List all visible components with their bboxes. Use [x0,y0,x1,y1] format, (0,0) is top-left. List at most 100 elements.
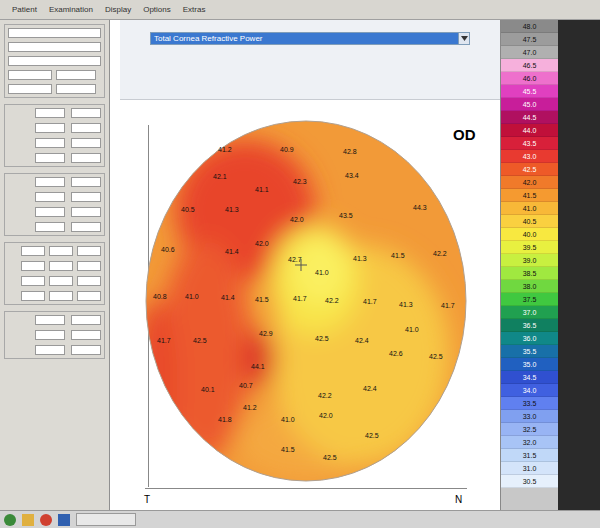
map-panel: Total Cornea Refractive Power [110,20,500,510]
scale-value: 45.5 [523,87,537,96]
input-field[interactable] [71,222,101,232]
input-field[interactable] [71,108,101,118]
map-value: 41.2 [218,146,232,154]
scale-value: 45.0 [523,100,537,109]
scale-value: 37.0 [523,308,537,317]
scale-value: 39.0 [523,256,537,265]
map-value: 42.2 [325,297,339,305]
input-field[interactable] [21,261,45,271]
input-field[interactable] [8,70,52,80]
input-field[interactable] [49,291,73,301]
map-value: 41.4 [225,248,239,256]
menu-item[interactable]: Examination [49,4,93,16]
input-field[interactable] [71,138,101,148]
input-field[interactable] [8,42,101,52]
scale-value: 48.0 [523,22,537,31]
map-value: 42.0 [319,412,333,420]
view-select-value[interactable]: Total Cornea Refractive Power [151,33,458,44]
browser-icon[interactable] [40,514,52,526]
scale-step: 36.5 [501,319,558,332]
scale-step: 42.5 [501,163,558,176]
map-value: 42.2 [318,392,332,400]
input-field[interactable] [71,207,101,217]
input-field[interactable] [35,123,65,133]
map-value: 41.4 [221,294,235,302]
input-field[interactable] [71,153,101,163]
input-field[interactable] [35,138,65,148]
input-field[interactable] [71,192,101,202]
scale-value: 40.5 [523,217,537,226]
input-field[interactable] [71,345,101,355]
input-field[interactable] [35,222,65,232]
scale-value: 41.0 [523,204,537,213]
map-value: 42.9 [259,330,273,338]
menu-item[interactable]: Options [143,4,171,16]
scale-step: 34.0 [501,384,558,397]
input-field[interactable] [56,84,96,94]
input-field[interactable] [21,246,45,256]
app-icon[interactable] [58,514,70,526]
input-field[interactable] [35,153,65,163]
scale-step: 37.0 [501,306,558,319]
scale-step: 46.0 [501,72,558,85]
input-field[interactable] [49,261,73,271]
map-value: 44.3 [413,204,427,212]
input-field[interactable] [71,177,101,187]
input-field[interactable] [77,276,101,286]
parameter-panel [0,20,110,510]
input-field[interactable] [8,28,101,38]
map-value: 42.3 [293,178,307,186]
taskbar-button[interactable] [76,513,136,526]
input-field[interactable] [35,207,65,217]
scale-value: 37.5 [523,295,537,304]
scale-value: 33.0 [523,412,537,421]
map-value: 41.3 [225,206,239,214]
input-field[interactable] [35,330,65,340]
start-icon[interactable] [4,514,16,526]
menu-item[interactable]: Extras [183,4,206,16]
input-field[interactable] [77,246,101,256]
map-value: 41.5 [391,252,405,260]
input-field[interactable] [8,84,52,94]
map-value: 41.3 [399,301,413,309]
map-value: 43.4 [345,172,359,180]
input-field[interactable] [77,261,101,271]
input-field[interactable] [8,56,101,66]
dropdown-arrow-icon[interactable] [458,33,469,44]
scale-step: 33.5 [501,397,558,410]
input-field[interactable] [35,192,65,202]
map-value: 41.0 [185,293,199,301]
input-field[interactable] [71,315,101,325]
scale-step: 47.5 [501,33,558,46]
input-field[interactable] [35,177,65,187]
scale-value: 33.5 [523,399,537,408]
input-field[interactable] [77,291,101,301]
map-value: 41.7 [157,337,171,345]
input-field[interactable] [21,276,45,286]
scale-value: 40.0 [523,230,537,239]
map-value: 42.8 [343,148,357,156]
input-field[interactable] [35,315,65,325]
map-value: 40.8 [153,293,167,301]
menu-item[interactable]: Display [105,4,131,16]
scale-step: 45.5 [501,85,558,98]
input-field[interactable] [35,345,65,355]
map-value: 42.0 [255,240,269,248]
input-field[interactable] [35,108,65,118]
scale-step: 45.0 [501,98,558,111]
input-field[interactable] [49,276,73,286]
map-value: 41.0 [315,269,329,277]
menu-item[interactable]: Patient [12,4,37,16]
scale-value: 46.0 [523,74,537,83]
input-field[interactable] [49,246,73,256]
scale-value: 32.0 [523,438,537,447]
scale-step: 40.0 [501,228,558,241]
input-field[interactable] [71,330,101,340]
input-field[interactable] [71,123,101,133]
input-field[interactable] [21,291,45,301]
input-field[interactable] [56,70,96,80]
view-select[interactable]: Total Cornea Refractive Power [150,32,470,45]
scale-value: 46.5 [523,61,537,70]
folder-icon[interactable] [22,514,34,526]
scale-step: 47.0 [501,46,558,59]
